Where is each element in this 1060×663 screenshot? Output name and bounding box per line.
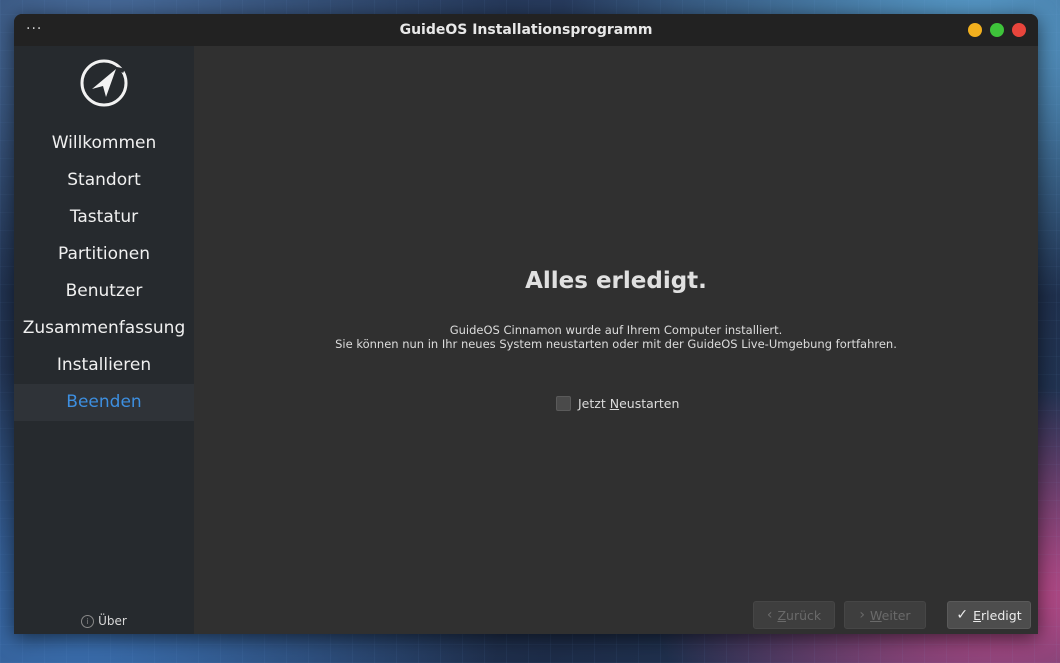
checkmark-icon: ✓ [956,607,969,623]
chevron-right-icon: › [859,607,866,623]
finish-description: GuideOS Cinnamon wurde auf Ihrem Compute… [194,323,1038,351]
restart-now-checkbox[interactable]: Jetzt Neustarten [556,396,679,411]
step-beenden: Beenden [14,384,194,421]
guideos-logo-icon [80,59,128,107]
sidebar: Willkommen Standort Tastatur Partitionen… [14,46,194,634]
next-label: Weiter [870,607,911,623]
chevron-left-icon: ‹ [766,607,773,623]
back-label: Zurück [777,607,822,623]
next-button[interactable]: › Weiter [844,601,926,629]
step-benutzer: Benutzer [65,281,143,301]
step-list: Willkommen Standort Tastatur Partitionen… [14,125,194,421]
step-tastatur: Tastatur [69,207,139,227]
minimize-button[interactable] [968,23,982,37]
main-content: Alles erledigt. GuideOS Cinnamon wurde a… [194,46,1038,634]
step-zusammenfassung: Zusammenfassung [22,318,186,338]
installer-window: ··· GuideOS Installationsprogramm Willko… [14,14,1038,634]
maximize-button[interactable] [990,23,1004,37]
step-partitionen: Partitionen [57,244,151,264]
done-button[interactable]: ✓ Erledigt [947,601,1031,629]
step-willkommen: Willkommen [51,133,157,153]
checkbox-box[interactable] [556,396,571,411]
window-controls [968,23,1026,37]
title-bar[interactable]: ··· GuideOS Installationsprogramm [14,14,1038,46]
description-line-1: GuideOS Cinnamon wurde auf Ihrem Compute… [449,323,783,337]
restart-now-label: Jetzt Neustarten [578,396,680,411]
about-button[interactable]: i Über [14,614,194,628]
close-button[interactable] [1012,23,1026,37]
info-icon: i [81,615,95,628]
step-installieren: Installieren [56,355,152,375]
back-button[interactable]: ‹ Zurück [753,601,835,629]
finish-heading: Alles erledigt. [525,268,707,294]
done-label: Erledigt [973,607,1022,623]
step-standort: Standort [67,170,141,190]
window-menu-button[interactable]: ··· [26,21,42,37]
window-title: GuideOS Installationsprogramm [399,22,653,38]
about-label: Über [98,614,127,628]
description-line-2: Sie können nun in Ihr neues System neust… [335,337,897,351]
